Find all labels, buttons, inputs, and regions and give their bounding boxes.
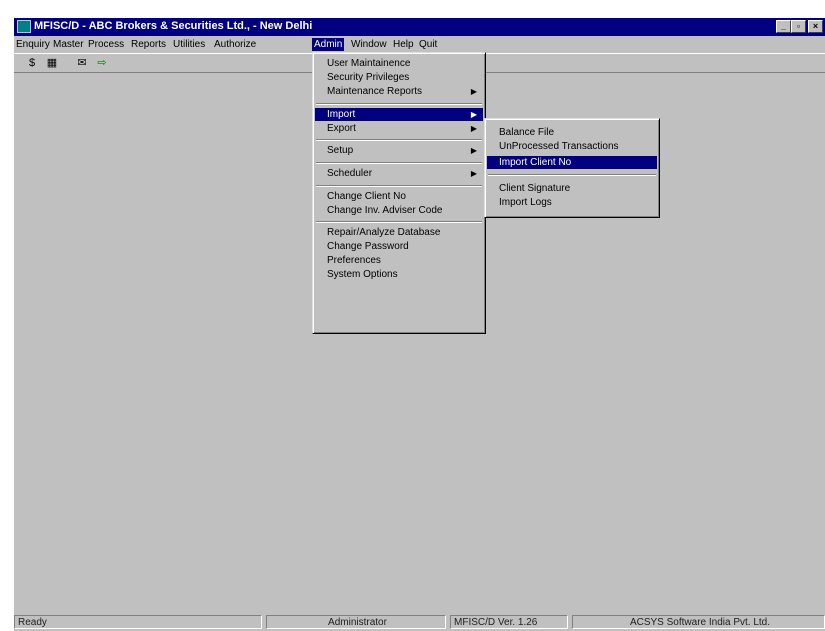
menuitem-label: Import [327, 109, 356, 120]
mail-icon[interactable]: ✉ [74, 56, 90, 71]
menu-bar: Enquiry Master Process Reports Utilities… [14, 37, 825, 52]
minimize-button[interactable]: _ [776, 20, 791, 33]
menuitem-change-password[interactable]: Change Password [315, 240, 483, 253]
calculator-icon[interactable]: ▦ [44, 56, 60, 71]
menu-window[interactable]: Window [349, 38, 389, 51]
menu-separator [316, 103, 482, 105]
menu-process[interactable]: Process [86, 38, 126, 51]
menuitem-setup[interactable]: Setup ▶ [315, 144, 483, 157]
menu-master[interactable]: Master [51, 38, 86, 51]
menu-separator [316, 185, 482, 187]
menuitem-scheduler[interactable]: Scheduler ▶ [315, 167, 483, 180]
menuitem-label: Setup [327, 145, 354, 156]
menuitem-balance-file[interactable]: Balance File [487, 126, 657, 139]
app-icon[interactable] [17, 20, 31, 33]
submenu-arrow-icon: ▶ [470, 87, 477, 96]
menu-separator [316, 221, 482, 223]
menuitem-change-inv-adviser-code[interactable]: Change Inv. Adviser Code [315, 204, 483, 217]
menu-separator [316, 139, 482, 141]
menu-utilities[interactable]: Utilities [171, 38, 207, 51]
status-company: ACSYS Software India Pvt. Ltd. [572, 615, 825, 629]
import-submenu: Balance File UnProcessed Transactions Im… [484, 118, 660, 218]
status-bar: Ready Administrator MFISC/D Ver. 1.26 AC… [14, 614, 825, 631]
menuitem-change-client-no[interactable]: Change Client No [315, 190, 483, 203]
menuitem-maintenance-reports[interactable]: Maintenance Reports ▶ [315, 85, 483, 98]
menuitem-label: Maintenance Reports [327, 86, 423, 97]
submenu-arrow-icon: ▶ [470, 124, 477, 133]
exit-door-icon[interactable]: ⇨ [94, 56, 110, 71]
submenu-arrow-icon: ▶ [470, 146, 477, 155]
menuitem-label: Export [327, 123, 356, 134]
status-user: Administrator [266, 615, 446, 629]
menu-reports[interactable]: Reports [129, 38, 168, 51]
menuitem-label: Scheduler [327, 168, 373, 179]
submenu-arrow-icon: ▶ [470, 169, 477, 178]
menuitem-import-client-no[interactable]: Import Client No [487, 156, 657, 169]
menu-authorize[interactable]: Authorize [212, 38, 258, 51]
menuitem-export[interactable]: Export ▶ [315, 122, 483, 135]
menu-help[interactable]: Help [391, 38, 416, 51]
menuitem-user-maintainence[interactable]: User Maintainence [315, 57, 483, 70]
close-button[interactable]: × [808, 20, 823, 33]
menu-separator [316, 162, 482, 164]
main-window: MFISC/D - ABC Brokers & Securities Ltd.,… [14, 18, 825, 631]
menu-separator [488, 174, 656, 176]
menu-quit[interactable]: Quit [417, 38, 439, 51]
status-text: Ready [14, 615, 262, 629]
menuitem-security-privileges[interactable]: Security Privileges [315, 71, 483, 84]
window-title: MFISC/D - ABC Brokers & Securities Ltd.,… [34, 20, 313, 32]
menuitem-preferences[interactable]: Preferences [315, 254, 483, 267]
menuitem-import-logs[interactable]: Import Logs [487, 196, 657, 209]
menu-admin[interactable]: Admin [312, 38, 345, 51]
submenu-arrow-icon: ▶ [470, 110, 477, 119]
menuitem-repair-analyze-database[interactable]: Repair/Analyze Database [315, 226, 483, 239]
menuitem-import[interactable]: Import ▶ [315, 108, 483, 121]
menuitem-system-options[interactable]: System Options [315, 268, 483, 281]
menuitem-client-signature[interactable]: Client Signature [487, 182, 657, 195]
admin-dropdown-menu: User Maintainence Security Privileges Ma… [312, 52, 486, 334]
status-version: MFISC/D Ver. 1.26 [450, 615, 568, 629]
dollar-icon[interactable]: $ [24, 56, 40, 71]
menuitem-unprocessed-transactions[interactable]: UnProcessed Transactions [487, 140, 657, 153]
title-bar[interactable]: MFISC/D - ABC Brokers & Securities Ltd.,… [14, 18, 825, 36]
menu-enquiry[interactable]: Enquiry [14, 38, 52, 51]
maximize-button[interactable]: ▫ [791, 20, 806, 33]
